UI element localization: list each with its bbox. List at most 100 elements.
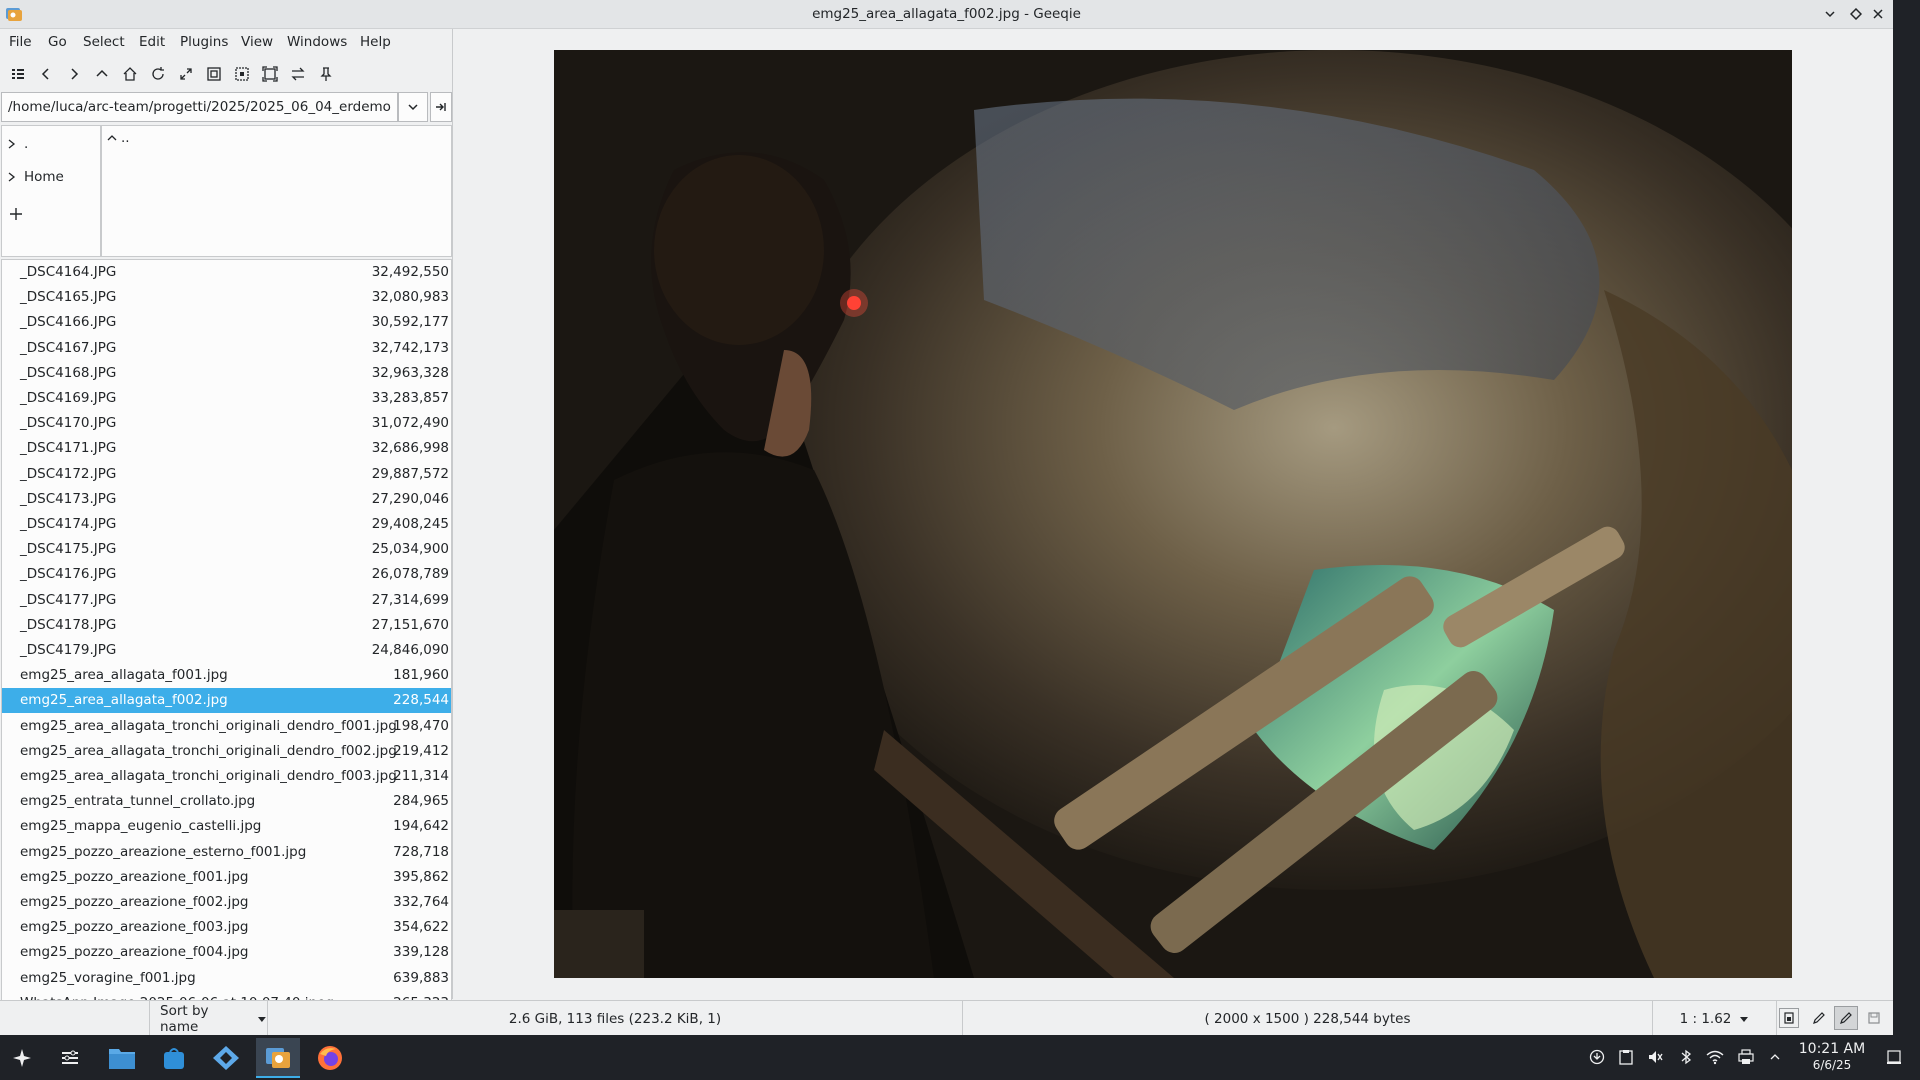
file-row[interactable]: emg25_mappa_eugenio_castelli.jpg 194,642 bbox=[2, 814, 451, 839]
geeqie-icon[interactable] bbox=[256, 1038, 300, 1078]
bookmark-current-dir[interactable]: . bbox=[6, 136, 28, 152]
file-row[interactable]: emg25_pozzo_areazione_esterno_f001.jpg 72… bbox=[2, 840, 451, 865]
app-launcher-icon[interactable] bbox=[0, 1038, 44, 1078]
file-row[interactable]: emg25_area_allagata_f001.jpg 181,960 bbox=[2, 663, 451, 688]
restore-icon[interactable] bbox=[1846, 4, 1866, 24]
file-size: 395,862 bbox=[393, 868, 449, 885]
file-row[interactable]: _DSC4178.JPG 27,151,670 bbox=[2, 613, 451, 638]
file-manager-icon[interactable] bbox=[100, 1038, 144, 1078]
menu-plugins[interactable]: Plugins bbox=[180, 34, 228, 50]
save-icon[interactable] bbox=[1864, 1008, 1884, 1028]
file-size: 194,642 bbox=[393, 818, 449, 835]
zoom-out-icon[interactable] bbox=[230, 63, 254, 85]
vscodium-icon[interactable] bbox=[204, 1038, 248, 1078]
clipboard-icon[interactable] bbox=[1616, 1047, 1636, 1067]
menu-select[interactable]: Select bbox=[83, 34, 125, 50]
zoom-in-icon[interactable] bbox=[202, 63, 226, 85]
file-row[interactable]: emg25_entrata_tunnel_crollato.jpg 284,965 bbox=[2, 789, 451, 814]
draw-icon[interactable] bbox=[1834, 1006, 1858, 1030]
file-row[interactable]: emg25_area_allagata_tronchi_originali_de… bbox=[2, 739, 451, 764]
title-bar[interactable]: emg25_area_allagata_f002.jpg - Geeqie bbox=[0, 0, 1893, 29]
file-row[interactable]: _DSC4177.JPG 27,314,699 bbox=[2, 588, 451, 613]
file-name: emg25_area_allagata_tronchi_originali_de… bbox=[20, 742, 397, 759]
file-row[interactable]: _DSC4170.JPG 31,072,490 bbox=[2, 411, 451, 436]
firefox-icon[interactable] bbox=[308, 1038, 352, 1078]
edit-icon[interactable] bbox=[1809, 1008, 1829, 1028]
file-row[interactable]: _DSC4175.JPG 25,034,900 bbox=[2, 537, 451, 562]
refresh-icon[interactable] bbox=[146, 63, 170, 85]
file-list[interactable]: _DSC4164.JPG 32,492,550 _DSC4165.JPG 32,080… bbox=[1, 259, 452, 1027]
file-row[interactable]: _DSC4167.JPG 32,742,173 bbox=[2, 336, 451, 361]
discover-store-icon[interactable] bbox=[152, 1038, 196, 1078]
file-row[interactable]: _DSC4179.JPG 24,846,090 bbox=[2, 638, 451, 663]
file-name: emg25_pozzo_areazione_f002.jpg bbox=[20, 894, 249, 910]
minimize-icon[interactable] bbox=[1820, 4, 1840, 24]
file-row[interactable]: _DSC4164.JPG 32,492,550 bbox=[2, 260, 451, 285]
path-history-dropdown[interactable] bbox=[398, 92, 428, 122]
zoom-fullscreen-icon[interactable] bbox=[258, 63, 282, 85]
sort-dropdown[interactable]: Sort by name bbox=[150, 1001, 268, 1036]
forward-icon[interactable] bbox=[62, 63, 86, 85]
bookmark-home[interactable]: Home bbox=[6, 169, 64, 185]
file-row[interactable]: emg25_area_allagata_tronchi_originali_de… bbox=[2, 764, 451, 789]
home-icon[interactable] bbox=[118, 63, 142, 85]
zoom-fit-icon[interactable] bbox=[174, 63, 198, 85]
tray-expand-icon[interactable] bbox=[1765, 1047, 1785, 1067]
add-bookmark-icon[interactable] bbox=[8, 206, 24, 226]
file-name: _DSC4171.JPG bbox=[20, 440, 117, 457]
bluetooth-icon[interactable] bbox=[1676, 1047, 1696, 1067]
image-view[interactable] bbox=[454, 29, 1893, 999]
file-row[interactable]: emg25_pozzo_areazione_f001.jpg 395,862 bbox=[2, 865, 451, 890]
path-input[interactable] bbox=[1, 92, 398, 122]
volume-muted-icon[interactable] bbox=[1645, 1047, 1665, 1067]
printer-icon[interactable] bbox=[1736, 1047, 1756, 1067]
image-preview[interactable] bbox=[554, 50, 1792, 978]
bookmarks-panel: . Home bbox=[1, 125, 101, 257]
go-to-path-icon bbox=[436, 103, 446, 111]
menu-file[interactable]: File bbox=[9, 34, 32, 50]
file-row[interactable]: _DSC4172.JPG 29,887,572 bbox=[2, 462, 451, 487]
file-row[interactable]: emg25_voragine_f001.jpg 639,883 bbox=[2, 966, 451, 991]
menu-edit[interactable]: Edit bbox=[139, 34, 165, 50]
folder-parent-item[interactable]: .. bbox=[106, 130, 130, 146]
file-row[interactable]: emg25_area_allagata_tronchi_originali_de… bbox=[2, 714, 451, 739]
file-size: 219,412 bbox=[393, 742, 449, 759]
file-size: 26,078,789 bbox=[371, 566, 449, 583]
file-name: emg25_area_allagata_tronchi_originali_de… bbox=[20, 717, 397, 734]
file-row[interactable]: _DSC4169.JPG 33,283,857 bbox=[2, 386, 451, 411]
info-sidebar-icon[interactable] bbox=[1779, 1008, 1799, 1028]
file-name: _DSC4169.JPG bbox=[20, 390, 117, 406]
pin-icon[interactable] bbox=[314, 63, 338, 85]
file-row[interactable]: _DSC4171.JPG 32,686,998 bbox=[2, 436, 451, 461]
menu-go[interactable]: Go bbox=[48, 34, 67, 50]
expand-arrow-icon bbox=[8, 172, 16, 182]
menu-help[interactable]: Help bbox=[360, 34, 391, 50]
file-name: _DSC4179.JPG bbox=[20, 642, 117, 658]
path-go-button[interactable] bbox=[430, 92, 452, 122]
menu-view[interactable]: View bbox=[241, 34, 273, 50]
show-desktop-icon[interactable] bbox=[1884, 1047, 1904, 1067]
file-name: emg25_pozzo_areazione_f004.jpg bbox=[20, 944, 249, 961]
up-icon[interactable] bbox=[90, 63, 114, 85]
system-settings-icon[interactable] bbox=[48, 1038, 92, 1078]
file-row[interactable]: emg25_area_allagata_f002.jpg 228,544 bbox=[2, 688, 451, 714]
zoom-dropdown[interactable]: 1 : 1.62 bbox=[1653, 1001, 1777, 1036]
file-row[interactable]: _DSC4173.JPG 27,290,046 bbox=[2, 487, 451, 512]
rotate-icon[interactable] bbox=[286, 63, 310, 85]
file-row[interactable]: emg25_pozzo_areazione_f002.jpg 332,764 bbox=[2, 890, 451, 915]
file-size: 27,314,699 bbox=[371, 591, 449, 608]
file-row[interactable]: emg25_pozzo_areazione_f004.jpg 339,128 bbox=[2, 940, 451, 965]
menu-windows[interactable]: Windows bbox=[287, 34, 347, 50]
file-row[interactable]: _DSC4168.JPG 32,963,328 bbox=[2, 361, 451, 386]
file-row[interactable]: _DSC4176.JPG 26,078,789 bbox=[2, 562, 451, 587]
back-icon[interactable] bbox=[34, 63, 58, 85]
file-row[interactable]: _DSC4166.JPG 30,592,177 bbox=[2, 310, 451, 335]
thumbnails-icon[interactable] bbox=[6, 63, 30, 85]
update-notifier-icon[interactable] bbox=[1587, 1047, 1607, 1067]
close-icon[interactable] bbox=[1868, 4, 1888, 24]
file-row[interactable]: _DSC4174.JPG 29,408,245 bbox=[2, 512, 451, 537]
wifi-icon[interactable] bbox=[1705, 1047, 1725, 1067]
clock[interactable]: 10:21 AM 6/6/25 bbox=[1786, 1041, 1878, 1073]
file-row[interactable]: emg25_pozzo_areazione_f003.jpg 354,622 bbox=[2, 915, 451, 940]
file-row[interactable]: _DSC4165.JPG 32,080,983 bbox=[2, 285, 451, 310]
